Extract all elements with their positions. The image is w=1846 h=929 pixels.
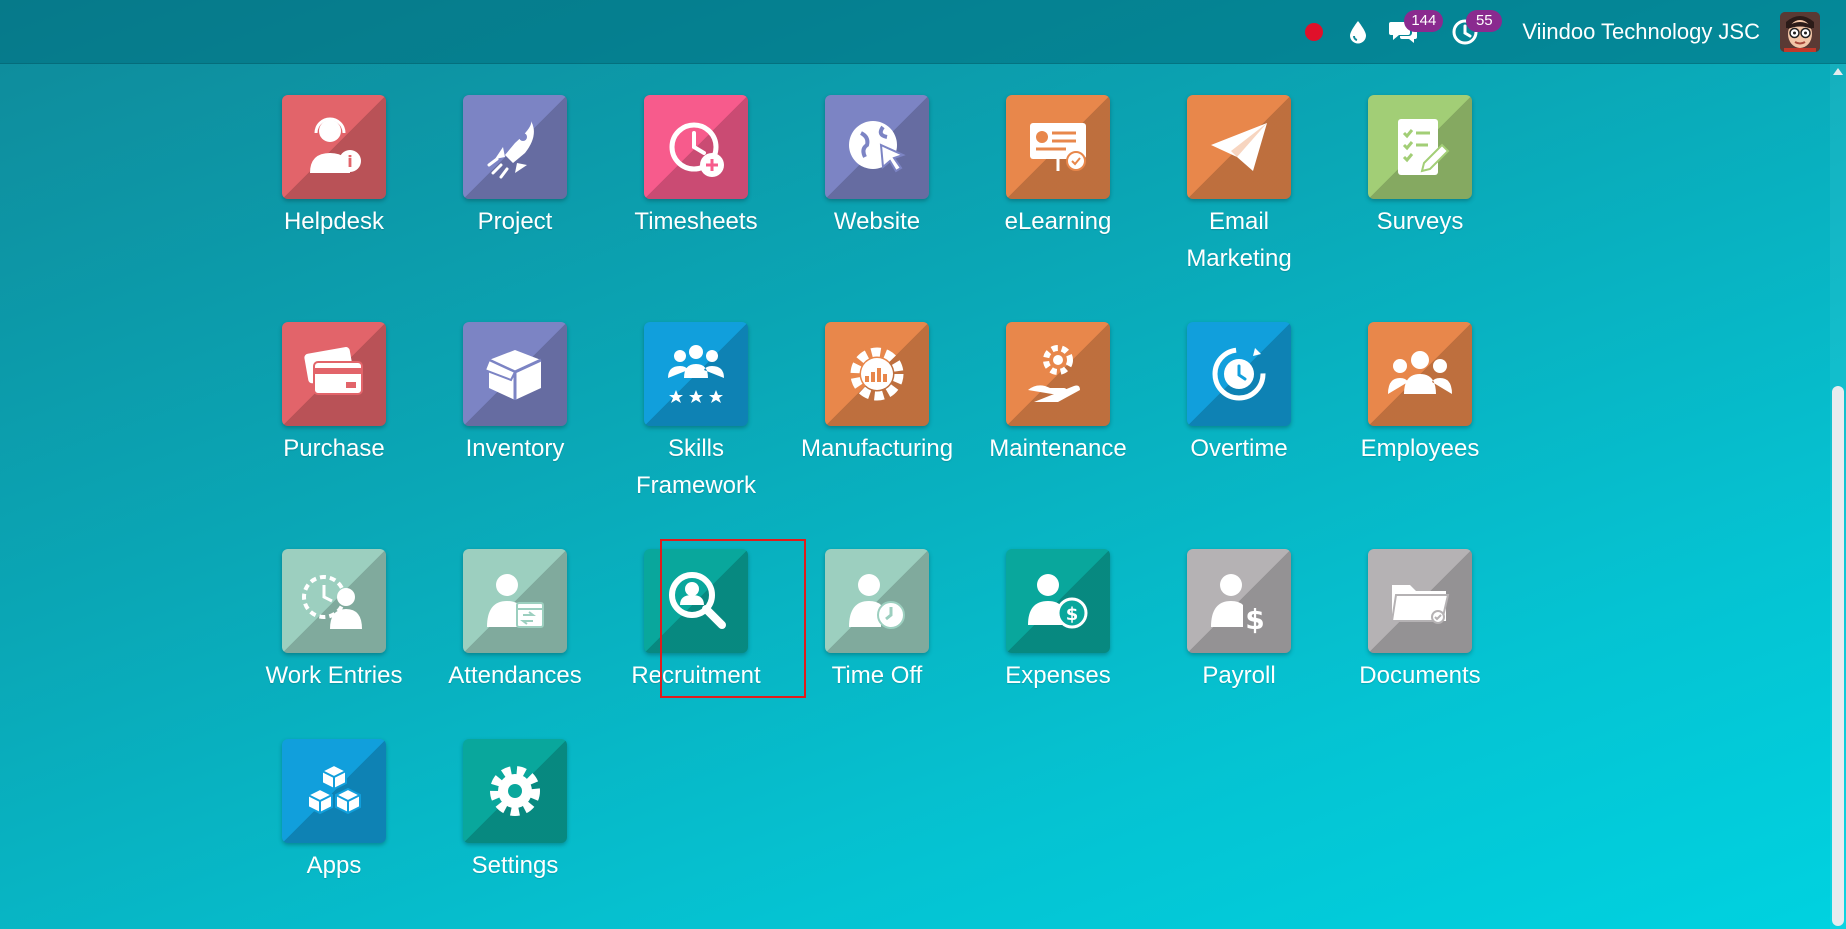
- messages-count-badge: 144: [1404, 10, 1444, 32]
- app-label[interactable]: Website: [787, 203, 967, 240]
- app-label[interactable]: Expenses: [968, 657, 1148, 694]
- svg-text:i: i: [347, 152, 352, 171]
- app-label[interactable]: Inventory: [425, 430, 605, 467]
- record-button[interactable]: [1292, 0, 1336, 64]
- app-label[interactable]: Employees: [1330, 430, 1510, 467]
- systray: 144 55 Viindoo Technology JSC: [1292, 0, 1820, 64]
- app-label[interactable]: Work Entries: [244, 657, 424, 694]
- clock-refresh-icon[interactable]: [1187, 322, 1291, 426]
- app-label[interactable]: Recruitment: [606, 657, 786, 694]
- team-stars-icon[interactable]: [644, 322, 748, 426]
- group-icon[interactable]: [1368, 322, 1472, 426]
- app-overtime[interactable]: Overtime: [1149, 322, 1329, 467]
- presentation-icon[interactable]: [1006, 95, 1110, 199]
- app-settings[interactable]: Settings: [425, 739, 605, 884]
- app-attendances[interactable]: Attendances: [425, 549, 605, 694]
- record-dot-icon: [1305, 23, 1324, 41]
- app-surveys[interactable]: Surveys: [1330, 95, 1510, 240]
- company-switcher[interactable]: Viindoo Technology JSC: [1522, 19, 1760, 45]
- app-purchase[interactable]: Purchase: [244, 322, 424, 467]
- cubes-icon[interactable]: [282, 739, 386, 843]
- timesheet-icon[interactable]: [644, 95, 748, 199]
- hand-gear-icon[interactable]: [1006, 322, 1110, 426]
- app-label[interactable]: Time Off: [787, 657, 967, 694]
- gear-chart-icon[interactable]: [825, 322, 929, 426]
- app-label[interactable]: Timesheets: [606, 203, 786, 240]
- app-skills-framework[interactable]: Skills Framework: [606, 322, 786, 504]
- user-payroll-icon[interactable]: $: [1187, 549, 1291, 653]
- app-work-entries[interactable]: Work Entries: [244, 549, 424, 694]
- app-website[interactable]: Website: [787, 95, 967, 240]
- user-calendar-icon[interactable]: [463, 549, 567, 653]
- app-apps[interactable]: Apps: [244, 739, 424, 884]
- rocket-icon[interactable]: [463, 95, 567, 199]
- helpdesk-icon[interactable]: i: [282, 95, 386, 199]
- app-label[interactable]: Maintenance: [968, 430, 1148, 467]
- app-label[interactable]: Settings: [425, 847, 605, 884]
- app-helpdesk[interactable]: i Helpdesk: [244, 95, 424, 240]
- app-manufacturing[interactable]: Manufacturing: [787, 322, 967, 467]
- credit-card-icon[interactable]: [282, 322, 386, 426]
- activities-button[interactable]: 55: [1444, 0, 1503, 64]
- scroll-up-arrow-icon[interactable]: [1833, 68, 1843, 75]
- drop-icon: [1350, 21, 1367, 44]
- gear-icon[interactable]: [463, 739, 567, 843]
- magnifier-user-icon[interactable]: [644, 549, 748, 653]
- app-label[interactable]: Manufacturing: [787, 430, 967, 467]
- user-dollar-icon[interactable]: $: [1006, 549, 1110, 653]
- app-maintenance[interactable]: Maintenance: [968, 322, 1148, 467]
- box-icon[interactable]: [463, 322, 567, 426]
- app-label[interactable]: eLearning: [968, 203, 1148, 240]
- globe-cursor-icon[interactable]: [825, 95, 929, 199]
- app-elearning[interactable]: eLearning: [968, 95, 1148, 240]
- app-time-off[interactable]: Time Off: [787, 549, 967, 694]
- activities-count-badge: 55: [1466, 10, 1503, 32]
- paper-plane-icon[interactable]: [1187, 95, 1291, 199]
- app-label[interactable]: Documents: [1330, 657, 1510, 694]
- user-clock-icon[interactable]: [282, 549, 386, 653]
- app-label[interactable]: Skills Framework: [636, 430, 756, 504]
- top-navbar: 144 55 Viindoo Technology JSC: [0, 0, 1846, 64]
- app-recruitment[interactable]: Recruitment: [606, 549, 786, 694]
- app-timesheets[interactable]: Timesheets: [606, 95, 786, 240]
- app-label[interactable]: Surveys: [1330, 203, 1510, 240]
- app-payroll[interactable]: $ Payroll: [1149, 549, 1329, 694]
- app-label[interactable]: Payroll: [1149, 657, 1329, 694]
- app-label[interactable]: Purchase: [244, 430, 424, 467]
- svg-text:$: $: [1245, 603, 1264, 635]
- scrollbar-thumb[interactable]: [1832, 386, 1844, 926]
- app-inventory[interactable]: Inventory: [425, 322, 605, 467]
- app-employees[interactable]: Employees: [1330, 322, 1510, 467]
- app-label[interactable]: Apps: [244, 847, 424, 884]
- app-documents[interactable]: Documents: [1330, 549, 1510, 694]
- app-email-marketing[interactable]: Email Marketing: [1149, 95, 1329, 277]
- user-time-icon[interactable]: [825, 549, 929, 653]
- svg-text:$: $: [1066, 604, 1079, 625]
- user-avatar-icon[interactable]: [1780, 12, 1820, 52]
- app-project[interactable]: Project: [425, 95, 605, 240]
- app-label[interactable]: Attendances: [425, 657, 605, 694]
- app-label[interactable]: Helpdesk: [244, 203, 424, 240]
- app-label[interactable]: Overtime: [1149, 430, 1329, 467]
- app-label[interactable]: Email Marketing: [1179, 203, 1299, 277]
- messages-button[interactable]: 144: [1380, 0, 1444, 64]
- drop-button[interactable]: [1336, 0, 1380, 64]
- app-expenses[interactable]: $ Expenses: [968, 549, 1148, 694]
- app-label[interactable]: Project: [425, 203, 605, 240]
- clipboard-icon[interactable]: [1368, 95, 1472, 199]
- folder-icon[interactable]: [1368, 549, 1472, 653]
